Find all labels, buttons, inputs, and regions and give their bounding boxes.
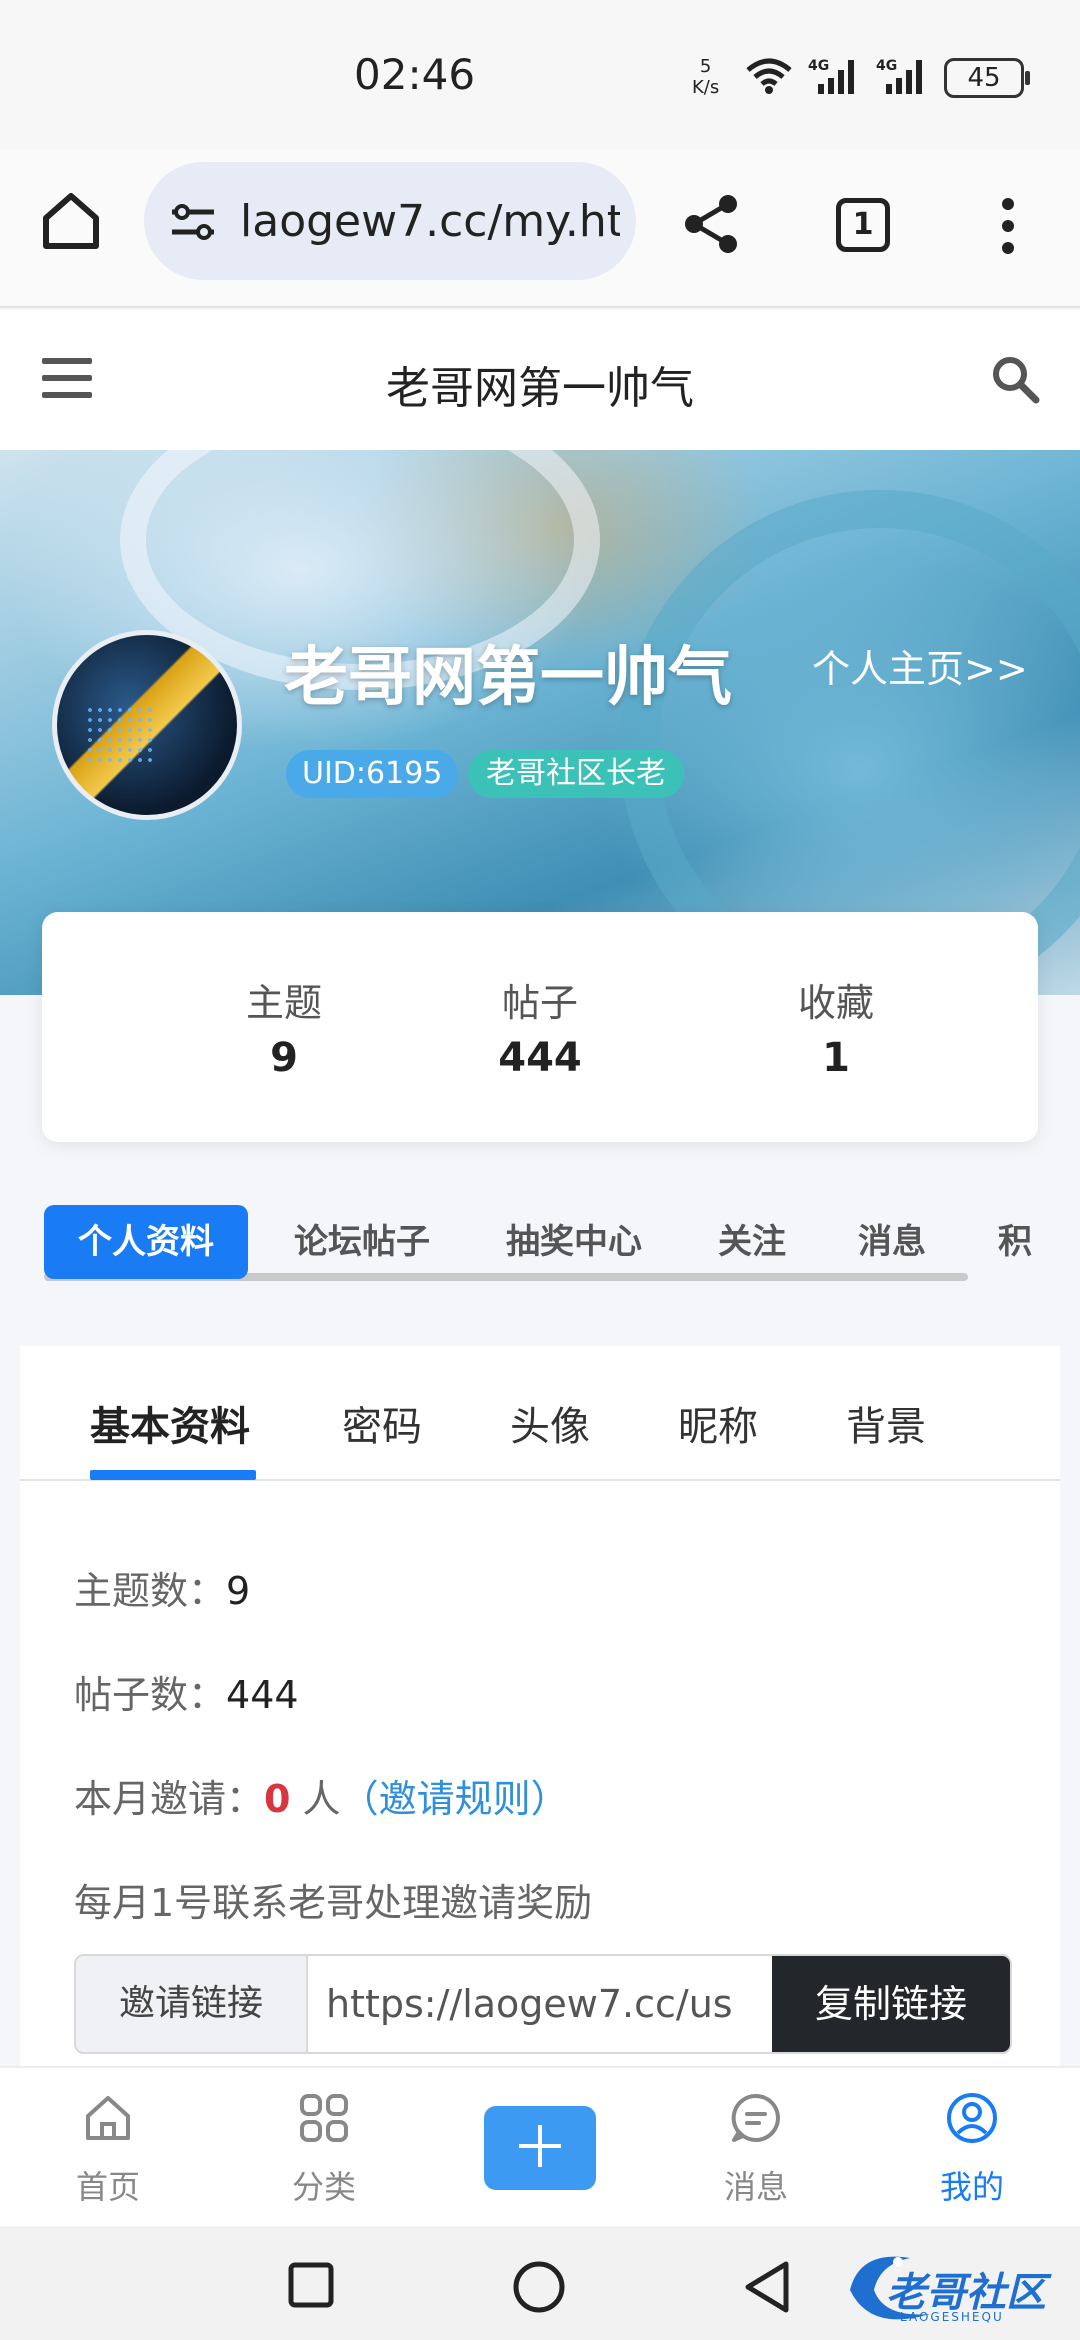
net-speed-value: 5 bbox=[699, 56, 712, 77]
home-icon[interactable] bbox=[40, 190, 102, 256]
address-bar[interactable]: laogew7.cc/my.ht bbox=[144, 162, 636, 280]
signal-type-label: 4G bbox=[808, 58, 829, 74]
chat-icon bbox=[676, 2088, 836, 2148]
tab-follow[interactable]: 关注 bbox=[718, 1205, 786, 1279]
uid-badge: UID:6195 bbox=[286, 750, 459, 798]
info-row-topics: 主题数：9 bbox=[74, 1560, 250, 1615]
share-icon[interactable] bbox=[682, 194, 742, 258]
home-icon bbox=[28, 2088, 188, 2148]
tab-profile[interactable]: 个人资料 bbox=[44, 1205, 248, 1279]
signal-icon: 4G bbox=[876, 56, 936, 100]
info-label: 主题数： bbox=[74, 1569, 227, 1613]
info-row-invites: 本月邀请：0 人（邀请规则） bbox=[74, 1768, 569, 1823]
tab-points[interactable]: 积 bbox=[998, 1205, 1032, 1279]
nav-categories[interactable]: 分类 bbox=[244, 2088, 404, 2208]
net-speed-unit: K/s bbox=[692, 77, 720, 98]
user-circle-icon bbox=[892, 2088, 1052, 2148]
nav-label: 我的 bbox=[939, 2168, 1004, 2206]
active-subtab-indicator bbox=[90, 1470, 256, 1480]
monthly-reward-note: 每月1号联系老哥处理邀请奖励 bbox=[74, 1881, 593, 1925]
invite-link-label: 邀请链接 bbox=[76, 1956, 308, 2052]
stat-value: 1 bbox=[822, 1035, 850, 1081]
role-badge: 老哥社区长老 bbox=[468, 750, 684, 798]
subtab-basic-info[interactable]: 基本资料 bbox=[90, 1394, 250, 1452]
tab-lottery[interactable]: 抽奖中心 bbox=[506, 1205, 642, 1279]
stats-card: 主题 9 帖子 444 收藏 1 bbox=[42, 912, 1038, 1142]
stat-label: 主题 bbox=[245, 981, 322, 1025]
tab-forum-posts[interactable]: 论坛帖子 bbox=[294, 1205, 430, 1279]
signal-type-label: 4G bbox=[876, 58, 897, 74]
nav-label: 分类 bbox=[291, 2168, 356, 2206]
site-settings-icon[interactable] bbox=[168, 202, 218, 246]
status-bar: 02:46 5 K/s 4G 4G 45 bbox=[0, 0, 1080, 150]
home-circle-icon[interactable] bbox=[512, 2260, 566, 2318]
subtab-background[interactable]: 背景 bbox=[846, 1394, 926, 1452]
net-speed: 5 K/s bbox=[692, 56, 719, 98]
subtab-nickname[interactable]: 昵称 bbox=[678, 1394, 758, 1452]
url-text[interactable]: laogew7.cc/my.ht bbox=[240, 196, 620, 247]
battery-icon: 45 bbox=[944, 58, 1030, 98]
tab-messages[interactable]: 消息 bbox=[858, 1205, 926, 1279]
invite-count: 0 bbox=[264, 1777, 291, 1821]
profile-content-card: 基本资料 密码 头像 昵称 背景 主题数：9 帖子数：444 本月邀请：0 人（… bbox=[20, 1346, 1060, 2066]
stat-favorites[interactable]: 收藏 1 bbox=[736, 972, 936, 1081]
stat-value: 444 bbox=[498, 1035, 582, 1081]
signal-icon: 4G bbox=[808, 56, 868, 100]
plus-icon bbox=[515, 2121, 565, 2175]
site-title: 老哥网第一帅气 bbox=[386, 363, 694, 414]
nav-label: 首页 bbox=[75, 2168, 140, 2206]
profile-home-link[interactable]: 个人主页>> bbox=[812, 638, 1028, 693]
bottom-nav: 首页 分类 消息 我的 bbox=[0, 2066, 1080, 2226]
stat-topics[interactable]: 主题 9 bbox=[184, 972, 384, 1081]
sub-tab-bar: 基本资料 密码 头像 昵称 背景 bbox=[20, 1346, 1060, 1481]
stat-label: 收藏 bbox=[797, 981, 874, 1025]
info-row-posts: 帖子数：444 bbox=[74, 1664, 299, 1719]
subtab-avatar[interactable]: 头像 bbox=[510, 1394, 590, 1452]
subtab-password[interactable]: 密码 bbox=[342, 1394, 422, 1452]
stat-value: 9 bbox=[270, 1035, 298, 1081]
invite-rules-link[interactable]: （邀请规则） bbox=[341, 1777, 569, 1821]
nav-label: 消息 bbox=[723, 2168, 788, 2206]
back-triangle-icon[interactable] bbox=[742, 2260, 792, 2318]
invite-link-field[interactable]: https://laogew7.cc/us bbox=[326, 1956, 756, 2052]
nav-mine[interactable]: 我的 bbox=[892, 2088, 1052, 2208]
recent-apps-icon[interactable] bbox=[288, 2262, 334, 2312]
info-label: 本月邀请： bbox=[74, 1777, 265, 1821]
nav-home[interactable]: 首页 bbox=[28, 2088, 188, 2208]
watermark-subtext: LAOGESHEQU bbox=[900, 2310, 1004, 2324]
invite-unit: 人 bbox=[290, 1777, 341, 1821]
site-header: 老哥网第一帅气 bbox=[0, 310, 1080, 450]
stat-posts[interactable]: 帖子 444 bbox=[440, 972, 640, 1081]
info-value: 9 bbox=[226, 1569, 251, 1613]
search-icon[interactable] bbox=[990, 354, 1040, 408]
stat-label: 帖子 bbox=[501, 981, 578, 1025]
site-watermark-logo: 老哥社区 LAOGESHEQU bbox=[840, 2240, 1070, 2330]
avatar[interactable] bbox=[52, 630, 242, 820]
system-nav-bar: 老哥社区 LAOGESHEQU bbox=[0, 2226, 1080, 2340]
info-value: 444 bbox=[226, 1673, 299, 1717]
grid-icon bbox=[244, 2088, 404, 2148]
copy-link-button[interactable]: 复制链接 bbox=[772, 1956, 1010, 2052]
browser-toolbar: laogew7.cc/my.ht 1 bbox=[0, 150, 1080, 308]
nav-messages[interactable]: 消息 bbox=[676, 2088, 836, 2208]
wifi-icon bbox=[744, 58, 794, 98]
more-options-icon[interactable] bbox=[996, 196, 1020, 260]
profile-tab-strip[interactable]: 个人资料 论坛帖子 抽奖中心 关注 消息 积 bbox=[44, 1205, 1080, 1285]
status-time: 02:46 bbox=[354, 50, 476, 99]
profile-username: 老哥网第一帅气 bbox=[284, 641, 732, 715]
new-post-button[interactable] bbox=[484, 2106, 596, 2190]
invite-link-group: 邀请链接 https://laogew7.cc/us 复制链接 bbox=[74, 1954, 1012, 2054]
tab-switcher-button[interactable]: 1 bbox=[836, 198, 890, 252]
info-label: 帖子数： bbox=[74, 1673, 227, 1717]
